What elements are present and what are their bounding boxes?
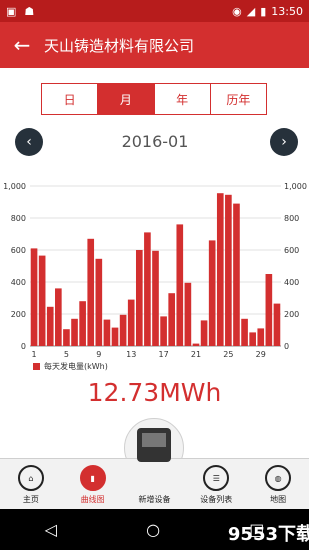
page-title: 天山铸造材料有限公司 — [44, 36, 195, 55]
app-bar: ← 天山铸造材料有限公司 — [0, 22, 309, 68]
bar — [55, 288, 62, 346]
system-home-icon[interactable]: ○ — [146, 520, 160, 539]
y-tick-label-left: 400 — [11, 278, 26, 287]
nav-chart[interactable]: ▮ 曲线图 — [62, 459, 124, 509]
bar — [38, 255, 46, 346]
x-tick-label: 13 — [126, 350, 136, 359]
x-tick-label: 9 — [96, 350, 101, 359]
bar — [200, 320, 208, 346]
bar — [216, 193, 224, 346]
x-tick-label: 21 — [191, 350, 201, 359]
back-button[interactable]: ← — [0, 22, 44, 68]
period-label: 2016-01 — [121, 132, 189, 151]
x-tick-label: 25 — [223, 350, 233, 359]
y-tick-label-left: 800 — [11, 214, 26, 223]
nav-add-device-label: 新增设备 — [138, 495, 171, 504]
total-energy: 12.73MWh — [87, 378, 222, 407]
y-tick-label-left: 0 — [21, 342, 26, 351]
prev-period-button[interactable]: ‹ — [15, 128, 43, 156]
nav-map[interactable]: ◍ 地图 — [247, 459, 309, 509]
bar — [79, 301, 86, 346]
legend-swatch — [33, 363, 40, 370]
tab-day[interactable]: 日 — [42, 84, 99, 114]
bar — [208, 240, 216, 346]
y-tick-label-right: 400 — [284, 278, 299, 287]
y-tick-label-right: 200 — [284, 310, 299, 319]
legend-label: 每天发电量(kWh) — [44, 362, 108, 371]
bar — [168, 293, 176, 346]
x-tick-label: 17 — [159, 350, 169, 359]
bar — [160, 316, 167, 346]
chevron-left-icon: ‹ — [26, 134, 32, 150]
y-tick-label-left: 200 — [11, 310, 26, 319]
bar — [95, 258, 103, 346]
x-tick-label: 1 — [32, 350, 37, 359]
nav-home-label: 主页 — [22, 495, 39, 504]
bottom-nav: ⌂ 主页 ▮ 曲线图 新增设备 ☰ 设备列表 ◍ 地图 — [0, 458, 309, 509]
tab-month[interactable]: 月 — [98, 84, 155, 114]
bar — [225, 194, 232, 346]
nav-map-label: 地图 — [270, 495, 287, 504]
nav-home[interactable]: ⌂ 主页 — [0, 459, 62, 509]
gallery-icon: ▣ — [6, 4, 17, 18]
x-tick-label: 5 — [64, 350, 69, 359]
watermark-logo: 9553下载 — [227, 524, 314, 545]
nav-chart-label: 曲线图 — [80, 495, 105, 504]
back-arrow-icon: ← — [13, 33, 31, 57]
signal-icon: ◉ — [232, 4, 242, 18]
bar — [273, 303, 281, 346]
bar — [192, 343, 200, 346]
bar-chart-icon: ▮ — [79, 465, 106, 491]
bar — [257, 328, 265, 346]
bar — [135, 250, 143, 346]
bar — [119, 314, 127, 346]
y-tick-label-left: 600 — [11, 246, 26, 255]
bar — [184, 282, 192, 346]
bar — [30, 248, 38, 346]
y-tick-label-right: 0 — [284, 342, 289, 351]
bar — [144, 232, 151, 346]
nav-device-list-label: 设备列表 — [200, 495, 233, 504]
tab-year[interactable]: 年 — [155, 84, 211, 114]
chevron-right-icon: › — [281, 134, 287, 150]
bar — [127, 299, 135, 346]
tab-all-years[interactable]: 历年 — [211, 84, 266, 114]
bar — [176, 224, 184, 346]
nav-device-list[interactable]: ☰ 设备列表 — [185, 459, 247, 509]
add-device-icon[interactable] — [137, 428, 171, 462]
chart-legend: 每天发电量(kWh) — [33, 361, 108, 372]
list-icon: ☰ — [203, 465, 230, 491]
bar — [249, 332, 256, 346]
bar — [111, 327, 119, 346]
bar — [63, 329, 70, 346]
bar — [152, 250, 159, 346]
y-tick-label-left: 1,000 — [3, 182, 26, 191]
bar — [233, 203, 240, 346]
next-period-button[interactable]: › — [270, 128, 298, 156]
wifi-icon: ◢ — [246, 4, 256, 18]
bar — [241, 318, 248, 346]
bar — [103, 319, 111, 346]
period-tabs: 日 月 年 历年 — [41, 83, 267, 115]
home-icon: ⌂ — [17, 465, 44, 491]
bar — [46, 306, 54, 346]
system-back-icon[interactable]: ◁ — [45, 520, 57, 539]
status-bar: ▣ ☗ ◉ ◢ ▮ 13:50 — [0, 0, 309, 22]
y-tick-label-right: 800 — [284, 214, 299, 223]
x-tick-label: 29 — [256, 350, 266, 359]
bar — [71, 318, 78, 346]
bar — [265, 274, 273, 346]
android-icon: ☗ — [24, 4, 35, 18]
y-tick-label-right: 600 — [284, 246, 299, 255]
period-navigator: ‹ 2016-01 › — [0, 128, 309, 158]
y-tick-label-right: 1,000 — [284, 182, 307, 191]
globe-icon: ◍ — [265, 465, 292, 491]
bar — [87, 238, 95, 346]
nav-add-device[interactable]: 新增设备 — [124, 459, 186, 509]
battery-icon: ▮ — [260, 4, 267, 18]
daily-energy-chart: 0 0 200 200 400 400 600 600 800 800 1,000 1,000 1 5 9 1… — [3, 182, 307, 359]
status-time: 13:50 — [271, 4, 303, 18]
